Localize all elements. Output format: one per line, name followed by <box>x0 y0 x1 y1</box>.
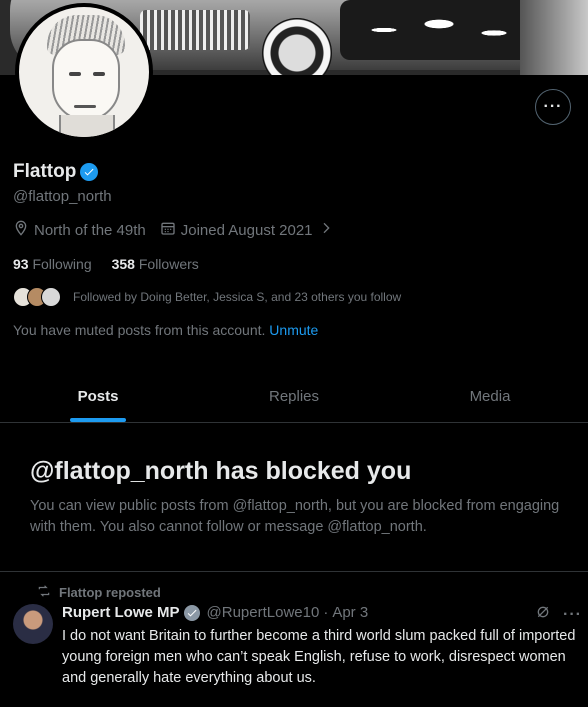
repost-label: Flattop reposted <box>59 585 161 600</box>
following-link[interactable]: 93 Following <box>13 256 92 272</box>
tab-replies[interactable]: Replies <box>196 370 392 422</box>
location-text: North of the 49th <box>34 221 146 239</box>
profile-joined[interactable]: Joined August 2021 <box>160 220 334 240</box>
avatar-face <box>52 39 120 121</box>
verified-badge-icon[interactable] <box>80 163 99 181</box>
repost-icon <box>37 584 51 601</box>
joined-text: Joined August 2021 <box>180 221 313 239</box>
banner-car-rear <box>520 0 588 75</box>
location-pin-icon <box>13 220 29 240</box>
profile-location: North of the 49th <box>13 220 146 240</box>
followers-link[interactable]: 358 Followers <box>112 256 199 272</box>
profile-name: Flattop <box>13 161 77 182</box>
tab-replies-label: Replies <box>268 387 320 405</box>
more-options-button[interactable]: ··· <box>535 89 571 125</box>
post-author-name[interactable]: Rupert Lowe MP <box>62 604 180 621</box>
unmute-link[interactable]: Unmute <box>269 322 318 338</box>
blocked-body: You can view public posts from @flattop_… <box>30 498 560 535</box>
grok-icon[interactable] <box>535 604 551 625</box>
post-author-handle[interactable]: @RupertLowe10 <box>207 604 320 621</box>
following-count: 93 <box>13 256 29 272</box>
post-date[interactable]: Apr 3 <box>332 604 368 621</box>
tab-media-label: Media <box>469 387 511 405</box>
profile-meta: North of the 49th Joined August 2021 <box>13 220 348 240</box>
avatar-eye-right <box>93 72 105 76</box>
followers-count: 358 <box>111 256 135 272</box>
profile-handle: @flattop_north <box>13 188 112 205</box>
profile-name-row: Flattop <box>13 161 99 183</box>
verified-badge-icon[interactable] <box>183 604 200 621</box>
banner-car-grille <box>140 10 250 50</box>
post-header: Rupert Lowe MP @RupertLowe10 · Apr 3 <box>62 604 368 621</box>
muted-text: You have muted posts from this account. <box>13 322 266 338</box>
profile-stats: 93 Following 358 Followers <box>13 256 199 272</box>
calendar-icon <box>160 220 176 240</box>
more-horizontal-icon: ··· <box>543 98 563 115</box>
follower-avatars <box>13 287 65 307</box>
blocked-notice: @flattop_north has blocked you You can v… <box>30 456 560 538</box>
following-label: Following <box>32 256 92 272</box>
post-separator: · <box>323 604 329 621</box>
profile-tabs: Posts Replies Media <box>0 370 588 423</box>
section-divider <box>0 571 588 572</box>
followers-label: Followers <box>138 256 199 272</box>
repost-indicator[interactable]: Flattop reposted <box>37 584 161 601</box>
followed-by-text: Followed by Doing Better, Jessica S, and… <box>73 290 402 304</box>
tab-posts-label: Posts <box>77 387 119 405</box>
avatar-eye-left <box>69 72 81 76</box>
active-tab-indicator <box>70 418 126 422</box>
more-horizontal-icon[interactable]: ··· <box>563 606 582 624</box>
blocked-title: @flattop_north has blocked you <box>30 457 412 485</box>
profile-avatar[interactable] <box>15 3 153 141</box>
followed-by-row[interactable]: Followed by Doing Better, Jessica S, and… <box>13 287 401 307</box>
post-author-avatar[interactable] <box>13 604 53 644</box>
tab-posts[interactable]: Posts <box>0 370 196 422</box>
avatar-neck <box>59 115 115 137</box>
muted-notice: You have muted posts from this account. … <box>13 322 318 338</box>
post-actions: ··· <box>535 604 582 625</box>
tab-media[interactable]: Media <box>392 370 588 422</box>
post-text: I do not want Britain to further become … <box>62 628 576 686</box>
follower-avatar <box>41 287 61 307</box>
avatar-mouth <box>74 105 96 108</box>
chevron-right-icon <box>318 220 334 240</box>
